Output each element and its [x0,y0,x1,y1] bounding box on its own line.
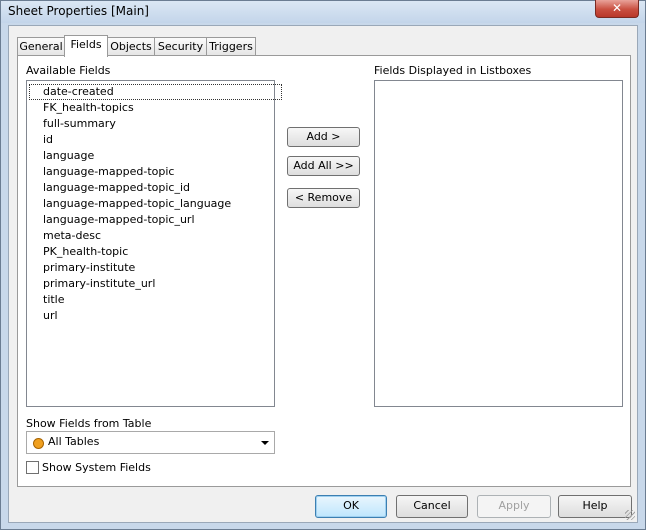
ok-button[interactable]: OK [315,495,387,518]
list-item[interactable]: date-created [29,84,282,100]
list-item[interactable]: language-mapped-topic [43,164,174,180]
list-item[interactable]: url [43,308,58,324]
displayed-fields-label: Fields Displayed in Listboxes [374,64,532,77]
tab-fields[interactable]: Fields [64,35,108,57]
fields-tab-panel: Available Fields date-created FK_health-… [17,55,631,487]
list-item[interactable]: FK_health-topics [43,100,134,116]
list-item[interactable]: title [43,292,65,308]
table-dot-icon [33,438,44,449]
list-item[interactable]: full-summary [43,116,116,132]
chevron-down-icon[interactable] [261,441,269,445]
table-select-value: All Tables [48,435,100,448]
list-item[interactable]: PK_health-topic [43,244,128,260]
list-item[interactable]: language-mapped-topic_language [43,196,231,212]
close-icon: ✕ [611,1,623,15]
show-fields-from-table-label: Show Fields from Table [26,417,152,430]
list-item[interactable]: language [43,148,94,164]
title-bar: Sheet Properties [Main] ✕ [1,0,645,23]
list-item[interactable]: primary-institute_url [43,276,155,292]
add-button[interactable]: Add > [287,127,360,147]
list-item[interactable]: language-mapped-topic_url [43,212,195,228]
available-fields-list[interactable]: date-created FK_health-topics full-summa… [26,80,282,407]
apply-button[interactable]: Apply [477,495,551,518]
window-title: Sheet Properties [Main] [8,4,149,18]
add-all-button[interactable]: Add All >> [287,156,360,176]
list-item[interactable]: meta-desc [43,228,101,244]
dialog-window: Sheet Properties [Main] ✕ General Fields… [0,0,646,530]
displayed-fields-list[interactable] [374,80,623,407]
tab-triggers[interactable]: Triggers [206,37,256,56]
list-item[interactable]: language-mapped-topic_id [43,180,190,196]
close-button[interactable]: ✕ [595,0,639,18]
tab-general[interactable]: General [17,37,65,56]
list-item[interactable]: primary-institute [43,260,135,276]
dialog-client-area: General Fields Objects Security Triggers… [8,25,638,523]
tab-security[interactable]: Security [154,37,207,56]
resize-grip-icon[interactable] [625,510,635,520]
tab-objects[interactable]: Objects [107,37,155,56]
remove-button[interactable]: < Remove [287,188,360,208]
help-button[interactable]: Help [558,495,632,518]
table-select[interactable]: All Tables [26,431,275,454]
show-system-fields-checkbox[interactable] [26,461,39,474]
show-system-fields-label[interactable]: Show System Fields [42,461,151,474]
available-fields-label: Available Fields [26,64,111,77]
list-item[interactable]: id [43,132,53,148]
cancel-button[interactable]: Cancel [396,495,468,518]
